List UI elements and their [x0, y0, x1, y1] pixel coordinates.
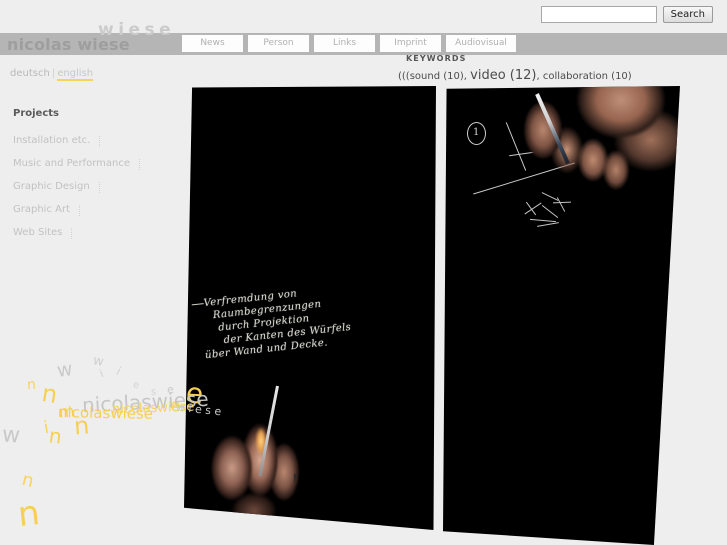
nav-tab-audiovisual[interactable]: Audiovisual — [446, 35, 516, 52]
search-input[interactable] — [540, 6, 657, 23]
letter-art-glyph: e — [132, 379, 140, 392]
artwork-panel-left: Verfremdung von Raumbegrenzungen durch Pro… — [184, 86, 436, 530]
nav-tab-links[interactable]: Links — [314, 35, 375, 52]
artwork-panel-right: 1 — [443, 86, 680, 545]
artwork-collage: Verfremdung von Raumbegrenzungen durch Pro… — [180, 86, 680, 545]
keywords-cloud: (((sound (10), video (12), collaboration… — [398, 68, 718, 83]
letter-art-glyph: n — [26, 376, 37, 394]
sidebar-row: Web Sites — [0, 220, 178, 243]
sidebar-row: Music and Performance — [0, 151, 178, 174]
search-form: Search — [540, 6, 713, 23]
nav-tab-news[interactable]: News — [182, 35, 243, 52]
letter-art-glyph: i — [97, 366, 106, 381]
sidebar-item-music-and-performance[interactable]: Music and Performance — [13, 158, 140, 170]
language-separator: | — [51, 68, 56, 79]
handwritten-note: Verfremdung von Raumbegrenzungen durch Pro… — [191, 281, 365, 362]
letter-art-glyph: e — [166, 382, 175, 397]
keyword-tag[interactable]: sound (10) — [410, 71, 464, 82]
letter-art-glyph: n — [39, 378, 60, 410]
keywords-block: KEYWORDS (((sound (10), video (12), coll… — [398, 54, 718, 83]
letter-art-glyph: w — [1, 422, 21, 449]
language-link-english[interactable]: english — [57, 68, 94, 81]
language-link-deutsch[interactable]: deutsch — [10, 68, 50, 79]
sidebar-row: Graphic Design — [0, 174, 178, 197]
sidebar-item-web-sites[interactable]: Web Sites — [13, 227, 73, 239]
letter-art-glyph: n — [47, 423, 64, 449]
hand-drawing-upper — [501, 86, 680, 224]
sidebar-item-installation-etc[interactable]: Installation etc. — [13, 135, 101, 147]
sidebar-item-graphic-art[interactable]: Graphic Art — [13, 204, 81, 216]
letter-art-glyph: i — [42, 417, 51, 439]
sidebar-row: Graphic Art — [0, 197, 178, 220]
sidebar-list: Installation etc. Music and Performance Gr… — [0, 128, 178, 243]
keywords-prefix: ((( — [398, 71, 410, 82]
circled-number-annotation: 1 — [467, 122, 486, 145]
circled-number-label: 1 — [473, 127, 480, 138]
letter-art-glyph: n — [15, 492, 42, 536]
letter-art-glyph: s — [150, 386, 157, 399]
keyword-tag[interactable]: video (12) — [470, 68, 536, 83]
nav-tab-imprint[interactable]: Imprint — [380, 35, 441, 52]
nav-tabs: News Person Links Imprint Audiovisual — [182, 35, 516, 52]
letter-art-glyph: n — [72, 411, 91, 441]
letter-art-glyph: m — [58, 401, 76, 422]
letter-art-glyph: nicolaswiese — [57, 403, 154, 423]
sidebar-row: Installation etc. — [0, 128, 178, 151]
handwriting-dash — [191, 303, 204, 306]
site-title-echo: wiese — [98, 20, 176, 40]
sidebar-item-graphic-design[interactable]: Graphic Design — [13, 181, 100, 193]
keywords-heading: KEYWORDS — [406, 54, 467, 63]
keyword-tag[interactable]: collaboration (10) — [543, 71, 632, 82]
letter-art-glyph: i — [113, 364, 124, 378]
letter-art-glyph: n — [19, 468, 36, 493]
language-switcher: deutsch | english — [10, 68, 94, 81]
letter-art-glyph: w — [55, 358, 74, 382]
sidebar: Projects Installation etc. Music and Perf… — [0, 108, 178, 243]
search-button[interactable]: Search — [662, 6, 713, 23]
letter-art-glyph: w — [91, 353, 106, 370]
nav-tab-person[interactable]: Person — [248, 35, 309, 52]
sidebar-heading: Projects — [13, 108, 60, 119]
